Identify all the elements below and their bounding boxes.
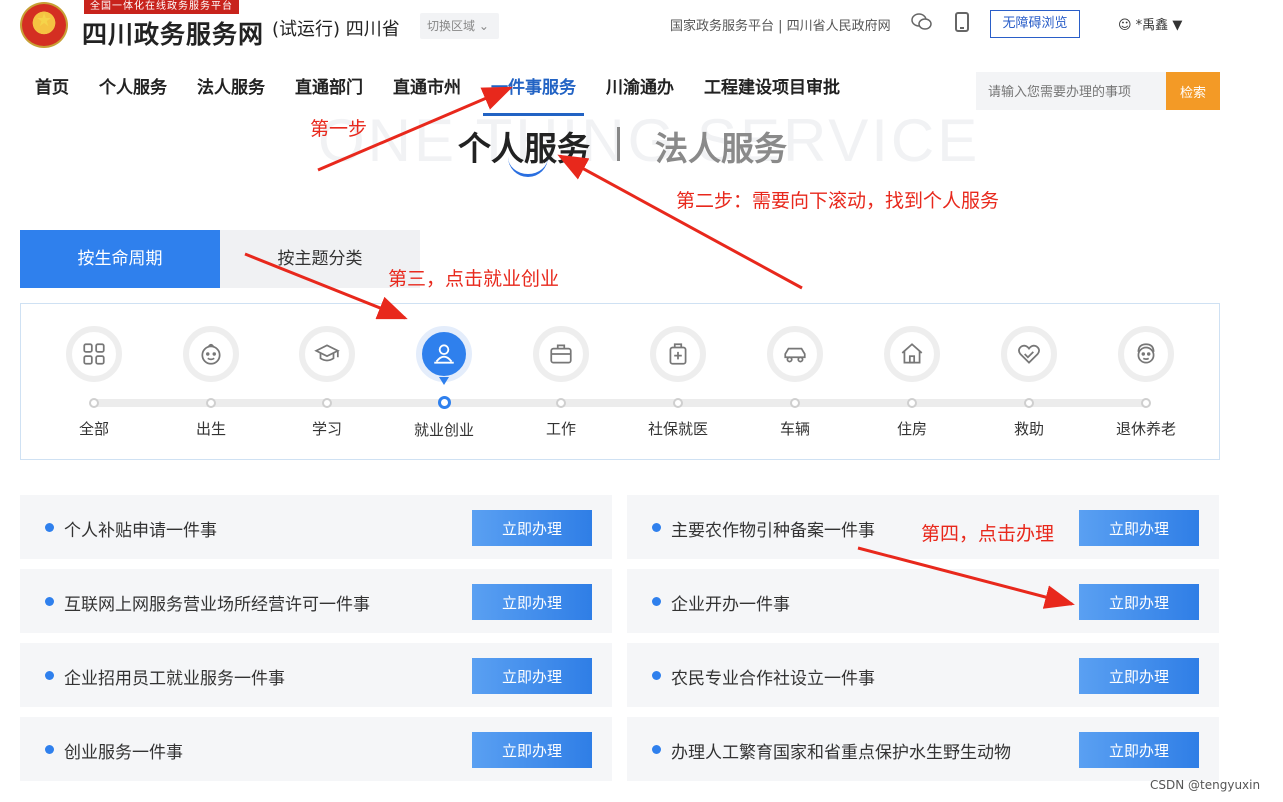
- annotation-step4: 第四，点击办理: [921, 523, 1055, 545]
- page: 全国一体化在线政务服务平台 四川政务服务网 (试运行) 四川省 切换区域 ⌄ 国…: [0, 0, 1283, 802]
- arrow-step3: [244, 252, 408, 320]
- watermark: CSDN @tengyuxin: [1150, 778, 1261, 792]
- annotation-arrows: [244, 86, 1075, 609]
- annotation-step2: 第二步：需要向下滚动，找到个人服务: [676, 190, 1000, 212]
- arrow-step2: [557, 154, 803, 290]
- annotation-step3: 第三，点击就业创业: [388, 268, 560, 290]
- arrow-step4: [857, 546, 1075, 609]
- annotation-step1: 第一步: [310, 118, 368, 140]
